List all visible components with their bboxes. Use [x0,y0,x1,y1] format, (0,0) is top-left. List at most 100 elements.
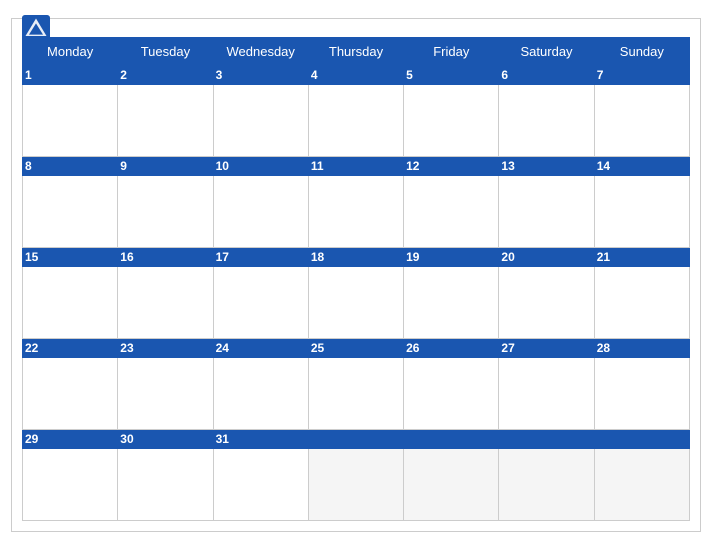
weekday-header-sunday: Sunday [594,38,689,66]
day-cell-2-4 [404,267,499,339]
day-number-header-27: 27 [501,341,591,355]
day-cell-4-5 [499,449,594,521]
week-header-cell-3-6: 28 [594,339,689,358]
day-number-header-28: 28 [597,341,687,355]
calendar-table: MondayTuesdayWednesdayThursdayFridaySatu… [22,37,690,521]
week-header-cell-0-2: 3 [213,66,308,85]
week-content-row-1 [23,176,690,248]
day-cell-3-5 [499,358,594,430]
day-number-header-8: 8 [25,159,115,173]
day-number-header-18: 18 [311,250,401,264]
day-number-header-1: 1 [25,68,115,82]
week-header-cell-4-0: 29 [23,430,118,449]
day-number-header-15: 15 [25,250,115,264]
day-number-header-7: 7 [597,68,687,82]
day-cell-3-1 [118,358,213,430]
week-header-row-1: 8910 11 12 13 14 [23,157,690,176]
week-header-cell-1-6: 14 [594,157,689,176]
week-header-cell-3-0: 22 [23,339,118,358]
day-number-header-4: 4 [311,68,401,82]
week-header-cell-4-2: 31 [213,430,308,449]
week-header-cell-2-3: 18 [308,248,403,267]
day-cell-1-6 [594,176,689,248]
day-number-header-17: 17 [216,250,306,264]
day-cell-0-4 [404,85,499,157]
week-header-cell-3-4: 26 [404,339,499,358]
day-number-header-22: 22 [25,341,115,355]
day-cell-1-0 [23,176,118,248]
day-number-header-25: 25 [311,341,401,355]
week-header-cell-3-5: 27 [499,339,594,358]
day-cell-4-0 [23,449,118,521]
day-number-header-26: 26 [406,341,496,355]
calendar: MondayTuesdayWednesdayThursdayFridaySatu… [11,18,701,532]
week-header-cell-3-2: 24 [213,339,308,358]
week-header-cell-0-4: 5 [404,66,499,85]
day-cell-1-3 [308,176,403,248]
day-cell-2-1 [118,267,213,339]
logo-icon [22,15,50,43]
week-content-row-4 [23,449,690,521]
day-cell-0-5 [499,85,594,157]
day-cell-3-4 [404,358,499,430]
weekday-header-row: MondayTuesdayWednesdayThursdayFridaySatu… [23,38,690,66]
day-cell-2-0 [23,267,118,339]
week-header-cell-2-6: 21 [594,248,689,267]
week-header-cell-1-1: 9 [118,157,213,176]
day-number-header-10: 10 [216,159,306,173]
day-number-header-11: 11 [311,159,401,173]
week-header-cell-1-2: 10 [213,157,308,176]
day-number-header-12: 12 [406,159,496,173]
day-cell-0-1 [118,85,213,157]
week-header-row-3: 22 232425 26 27 28 [23,339,690,358]
week-header-cell-4-4 [404,430,499,449]
day-number-header-23: 23 [120,341,210,355]
weekday-header-thursday: Thursday [308,38,403,66]
weekday-header-tuesday: Tuesday [118,38,213,66]
day-number-header-31: 31 [216,432,306,446]
week-header-cell-1-3: 11 [308,157,403,176]
day-cell-1-5 [499,176,594,248]
weekday-header-wednesday: Wednesday [213,38,308,66]
logo-area [22,15,54,43]
week-header-cell-4-5 [499,430,594,449]
week-header-cell-4-1: 30 [118,430,213,449]
day-number-header-16: 16 [120,250,210,264]
week-header-cell-2-5: 20 [499,248,594,267]
day-cell-4-1 [118,449,213,521]
day-number-header-13: 13 [501,159,591,173]
day-cell-0-2 [213,85,308,157]
day-cell-0-0 [23,85,118,157]
day-cell-2-5 [499,267,594,339]
day-number-header-2: 2 [120,68,210,82]
week-header-cell-3-1: 23 [118,339,213,358]
day-cell-3-2 [213,358,308,430]
week-content-row-3 [23,358,690,430]
day-number-header-5: 5 [406,68,496,82]
week-header-cell-2-1: 16 [118,248,213,267]
week-header-cell-0-0: 1 [23,66,118,85]
day-cell-2-6 [594,267,689,339]
day-cell-0-3 [308,85,403,157]
day-number-header-3: 3 [216,68,306,82]
day-cell-4-4 [404,449,499,521]
week-header-cell-0-1: 2 [118,66,213,85]
week-content-row-0 [23,85,690,157]
week-header-cell-4-3 [308,430,403,449]
day-number-header-21: 21 [597,250,687,264]
week-header-cell-2-2: 17 [213,248,308,267]
day-number-header-14: 14 [597,159,687,173]
day-cell-4-2 [213,449,308,521]
day-cell-0-6 [594,85,689,157]
week-header-cell-2-4: 19 [404,248,499,267]
day-number-header-6: 6 [501,68,591,82]
day-cell-1-4 [404,176,499,248]
day-cell-4-6 [594,449,689,521]
day-number-header-20: 20 [501,250,591,264]
weekday-header-saturday: Saturday [499,38,594,66]
day-number-header-29: 29 [25,432,115,446]
calendar-body: 1234567891011121314151617181920212223242… [23,66,690,521]
week-header-cell-1-4: 12 [404,157,499,176]
week-header-cell-0-5: 6 [499,66,594,85]
day-cell-3-0 [23,358,118,430]
